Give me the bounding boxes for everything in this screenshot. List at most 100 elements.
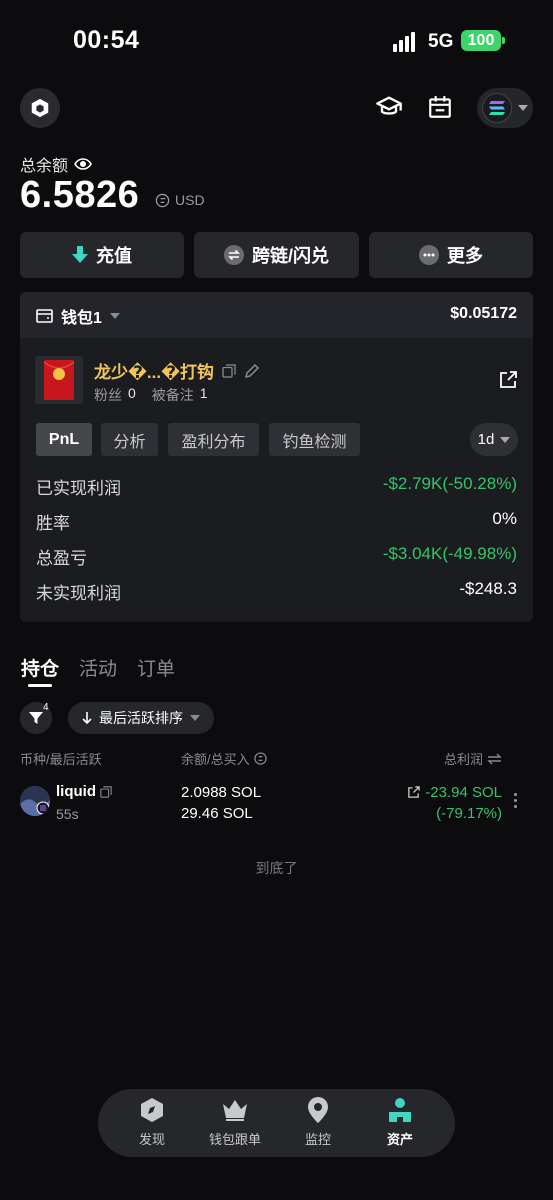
filter-icon (29, 712, 43, 724)
balance-label: 总余额 (20, 152, 92, 176)
compass-icon (138, 1096, 166, 1124)
chevron-down-icon (500, 436, 511, 443)
nav-monitor[interactable]: 监控 (283, 1096, 353, 1148)
stat-label-total-pnl: 总盈亏 (36, 549, 87, 568)
user-name: 龙少�...�打钩 (94, 358, 260, 383)
currency-label: USD (175, 192, 205, 208)
chain-selector[interactable] (477, 88, 533, 128)
sort-selector[interactable]: 最后活跃排序 (68, 702, 214, 734)
tab-orders[interactable]: 订单 (137, 654, 175, 681)
bridge-swap-icon (223, 245, 244, 265)
nav-assets-label: 资产 (386, 1132, 413, 1147)
graduation-cap-icon (376, 96, 402, 115)
range-label: 1d (477, 431, 495, 448)
column-header-pnl-text: 总利润 (444, 752, 484, 767)
stat-label-winrate: 胜率 (36, 514, 70, 533)
nav-copy-trade[interactable]: 钱包跟单 (200, 1096, 270, 1148)
more-label: 更多 (447, 246, 483, 266)
tab-profit-distribution[interactable]: 盈利分布 (168, 423, 259, 456)
tab-analysis[interactable]: 分析 (101, 423, 158, 456)
currency-swap-icon (155, 193, 170, 207)
token-pnl: -23.94 SOL (407, 784, 502, 801)
deposit-button[interactable]: 充值 (20, 232, 184, 278)
eye-icon[interactable] (74, 158, 92, 170)
wallet-name: 钱包1 (61, 310, 102, 327)
external-link-icon[interactable] (498, 370, 518, 390)
user-meta: 粉丝 0 被备注 1 (94, 385, 218, 405)
tab-activity[interactable]: 活动 (79, 654, 117, 681)
more-button[interactable]: 更多 (369, 232, 533, 278)
token-liquid-icon (20, 786, 50, 816)
calendar-icon (429, 96, 451, 118)
calendar-button[interactable] (425, 92, 455, 122)
copy-icon[interactable] (222, 363, 236, 378)
chevron-down-icon (518, 105, 528, 111)
end-of-list-text: 到底了 (255, 860, 298, 876)
active-tab-indicator (28, 684, 52, 687)
assets-icon (386, 1096, 414, 1124)
wallet-card (20, 292, 533, 622)
learn-button[interactable] (374, 92, 404, 122)
fans-count: 0 (128, 385, 136, 401)
noted-count: 1 (199, 385, 208, 401)
wallet-icon (36, 309, 53, 323)
filter-count-badge: 4 (43, 702, 49, 713)
share-icon[interactable] (407, 786, 421, 799)
token-pnl-value: -23.94 SOL (425, 784, 502, 801)
token-name[interactable]: liquid (56, 783, 112, 800)
avatar (35, 356, 83, 404)
crown-icon (221, 1096, 249, 1124)
stat-value-total-pnl: -$3.04K(-49.98%) (382, 544, 517, 563)
solana-chain-icon (482, 93, 512, 123)
column-header-pnl[interactable]: 总利润 (444, 749, 502, 768)
copy-icon[interactable] (100, 785, 112, 798)
chevron-down-icon (109, 313, 120, 319)
nav-discover[interactable]: 发现 (117, 1096, 187, 1148)
deposit-arrow-icon (72, 246, 88, 263)
stat-value-unrealized: -$248.3 (459, 579, 517, 598)
wallet-selector[interactable]: 钱包1 (36, 304, 120, 328)
column-header-balance: 余额/总买入 (181, 749, 267, 768)
tab-holdings[interactable]: 持仓 (21, 654, 59, 681)
fans-label: 粉丝 (94, 387, 122, 403)
wallet-amount: $0.05172 (450, 305, 517, 322)
app-logo-button[interactable] (20, 88, 60, 128)
battery-icon: 100 (461, 30, 505, 51)
network-label: 5G (428, 31, 454, 52)
deposit-label: 充值 (96, 246, 132, 266)
more-dots-icon (419, 245, 439, 265)
nav-assets[interactable]: 资产 (365, 1096, 435, 1148)
location-pin-icon (304, 1096, 332, 1124)
stat-label-unrealized: 未实现利润 (36, 584, 121, 603)
stat-value-realized: -$2.79K(-50.28%) (382, 474, 517, 493)
noted-label: 被备注 (151, 387, 194, 403)
nav-monitor-label: 监控 (304, 1132, 331, 1147)
chevron-down-icon (190, 715, 200, 721)
status-time: 00:54 (73, 26, 140, 54)
stat-label-realized: 已实现利润 (36, 479, 121, 498)
swap-arrows-icon (487, 753, 502, 764)
currency-switch[interactable]: USD (155, 192, 205, 208)
nav-copy-trade-label: 钱包跟单 (208, 1132, 261, 1147)
tab-phishing-check[interactable]: 钓鱼检测 (269, 423, 360, 456)
edit-pencil-icon[interactable] (244, 363, 260, 379)
balance-value: 6.5826 (20, 174, 140, 216)
token-total-buy: 29.46 SOL (181, 805, 253, 822)
currency-toggle-icon[interactable] (253, 752, 267, 765)
balance-label-text: 总余额 (20, 158, 69, 175)
token-balance: 2.0988 SOL (181, 784, 262, 801)
column-header-balance-text: 余额/总买入 (181, 752, 250, 767)
nav-discover-label: 发现 (138, 1132, 165, 1147)
kebab-menu-icon[interactable] (514, 793, 517, 808)
red-envelope-icon (44, 360, 74, 400)
stat-value-winrate: 0% (492, 509, 517, 528)
range-selector[interactable]: 1d (470, 423, 518, 456)
column-header-token: 币种/最后活跃 (20, 752, 102, 767)
bridge-swap-button[interactable]: 跨链/闪兑 (194, 232, 359, 278)
token-last-active: 55s (56, 806, 79, 822)
user-name-text: 龙少�...�打钩 (94, 363, 215, 382)
bridge-swap-label: 跨链/闪兑 (251, 246, 329, 266)
token-pnl-pct: (-79.17%) (436, 805, 502, 822)
app-logo-icon (31, 98, 49, 118)
tab-pnl[interactable]: PnL (36, 423, 92, 456)
